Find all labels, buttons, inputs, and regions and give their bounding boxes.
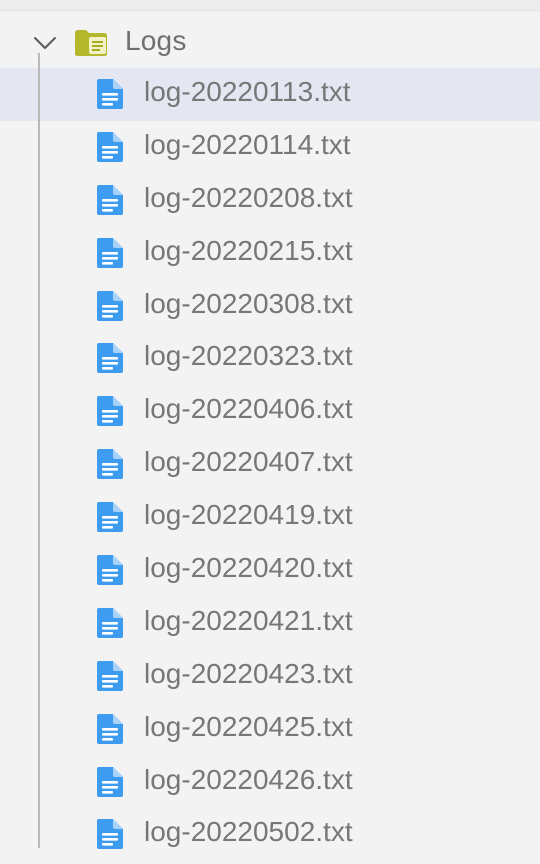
file-name: log-20220423.txt: [144, 657, 353, 689]
file-name: log-20220114.txt: [144, 128, 351, 160]
file-row[interactable]: log-20220208.txt: [0, 174, 540, 227]
file-text-icon: [97, 766, 123, 797]
top-panel-edge: [0, 0, 540, 11]
file-name: log-20220426.txt: [144, 763, 353, 795]
file-row[interactable]: log-20220406.txt: [0, 385, 540, 438]
file-text-icon: [97, 660, 123, 691]
file-name: log-20220425.txt: [144, 710, 353, 742]
file-row[interactable]: log-20220308.txt: [0, 280, 540, 333]
file-text-icon: [97, 502, 123, 533]
file-row[interactable]: log-20220323.txt: [0, 332, 540, 385]
folder-row-logs[interactable]: Logs: [0, 16, 540, 68]
file-name: log-20220419.txt: [144, 499, 353, 531]
indent-guide: [38, 53, 40, 848]
chevron-down-icon[interactable]: [33, 31, 57, 55]
file-row[interactable]: log-20220215.txt: [0, 227, 540, 280]
file-text-icon: [97, 290, 123, 321]
folder-icon: [75, 30, 107, 56]
file-text-icon: [97, 819, 123, 850]
file-text-icon: [97, 343, 123, 374]
file-text-icon: [97, 79, 123, 109]
folder-label: Logs: [125, 25, 187, 56]
file-name: log-20220208.txt: [144, 181, 353, 213]
file-row[interactable]: log-20220421.txt: [0, 597, 540, 650]
file-row[interactable]: log-20220419.txt: [0, 491, 540, 544]
file-text-icon: [97, 555, 123, 586]
file-row[interactable]: log-20220502.txt: [0, 808, 540, 861]
file-name: log-20220421.txt: [144, 604, 353, 636]
file-name: log-20220502.txt: [144, 816, 353, 848]
file-text-icon: [97, 237, 123, 268]
file-name: log-20220407.txt: [144, 446, 353, 478]
file-text-icon: [97, 713, 123, 744]
file-row[interactable]: log-20220425.txt: [0, 703, 540, 756]
file-row[interactable]: log-20220426.txt: [0, 756, 540, 809]
file-name: log-20220406.txt: [144, 393, 353, 425]
file-text-icon: [97, 449, 123, 480]
file-list: log-20220113.txt log-20220114.txt log-2022…: [0, 68, 540, 861]
file-row[interactable]: log-20220420.txt: [0, 544, 540, 597]
file-explorer-tree: Logs log-20220113.txt log-20220114.txt log…: [0, 16, 540, 861]
file-text-icon: [97, 607, 123, 638]
file-row[interactable]: log-20220113.txt: [0, 68, 540, 121]
file-row[interactable]: log-20220114.txt: [0, 121, 540, 174]
file-text-icon: [97, 131, 123, 162]
file-row[interactable]: log-20220407.txt: [0, 438, 540, 491]
file-row[interactable]: log-20220423.txt: [0, 650, 540, 703]
file-text-icon: [97, 184, 123, 215]
file-name: log-20220420.txt: [144, 552, 353, 584]
file-name: log-20220113.txt: [144, 76, 351, 107]
file-name: log-20220215.txt: [144, 234, 353, 266]
file-name: log-20220308.txt: [144, 287, 353, 319]
file-text-icon: [97, 396, 123, 427]
file-name: log-20220323.txt: [144, 340, 353, 372]
